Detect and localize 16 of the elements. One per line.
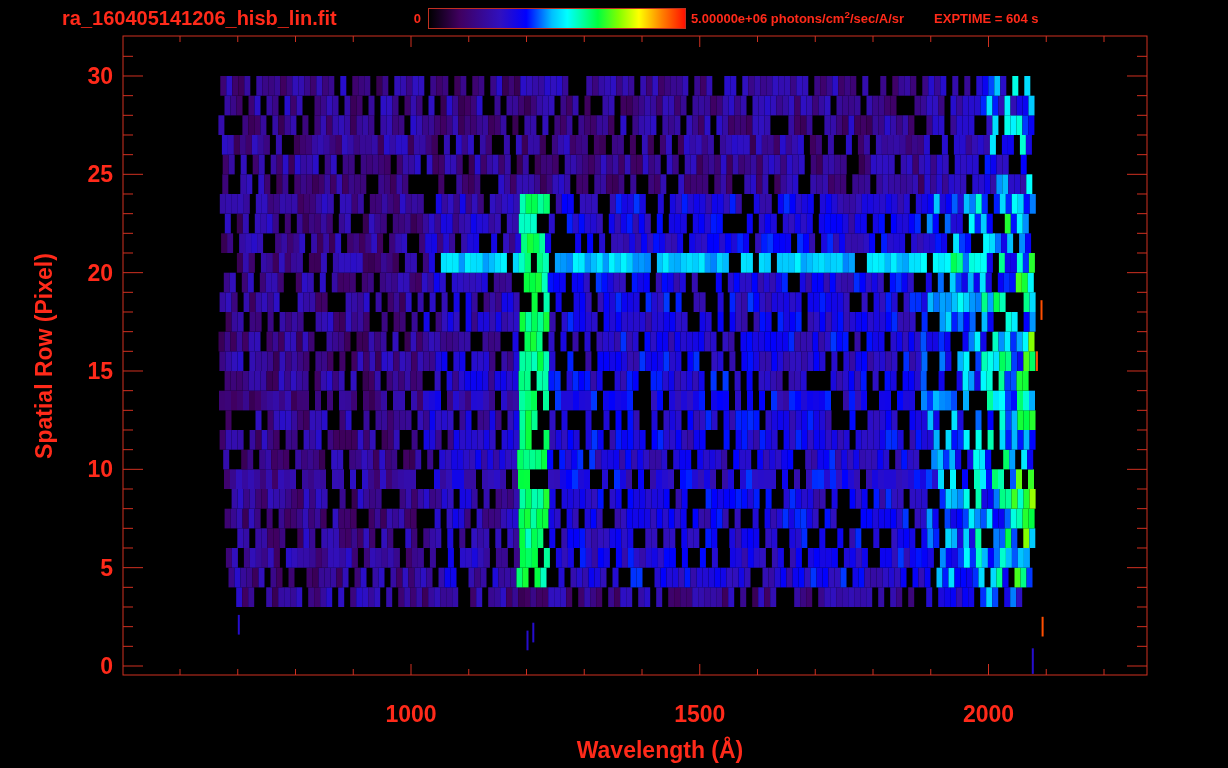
file-title: ra_160405141206_hisb_lin.fit [62, 8, 337, 28]
y-tick-label: 15 [87, 358, 113, 384]
y-tick-label: 30 [87, 63, 113, 89]
y-tick-label: 5 [100, 554, 113, 581]
y-tick-label: 20 [87, 259, 113, 286]
y-tick-label: 10 [87, 456, 113, 483]
x-axis-title: Wavelength (Å) [576, 737, 744, 763]
x-tick-label: 1000 [385, 701, 437, 727]
exposure-time: EXPTIME = 604 s [934, 11, 1039, 25]
x-tick-label: 1500 [674, 701, 726, 727]
colorbar-max-label: 5.00000e+06 photons/cm$^{2}$/sec/A/sr [690, 11, 905, 25]
y-tick-label: 25 [87, 161, 113, 188]
colorbar-min-label: 0 [413, 11, 421, 25]
y-axis-title: Spatial Row (Pixel) [31, 253, 57, 459]
x-tick-label: 2000 [962, 701, 1015, 727]
y-tick-label: 0 [100, 653, 113, 679]
